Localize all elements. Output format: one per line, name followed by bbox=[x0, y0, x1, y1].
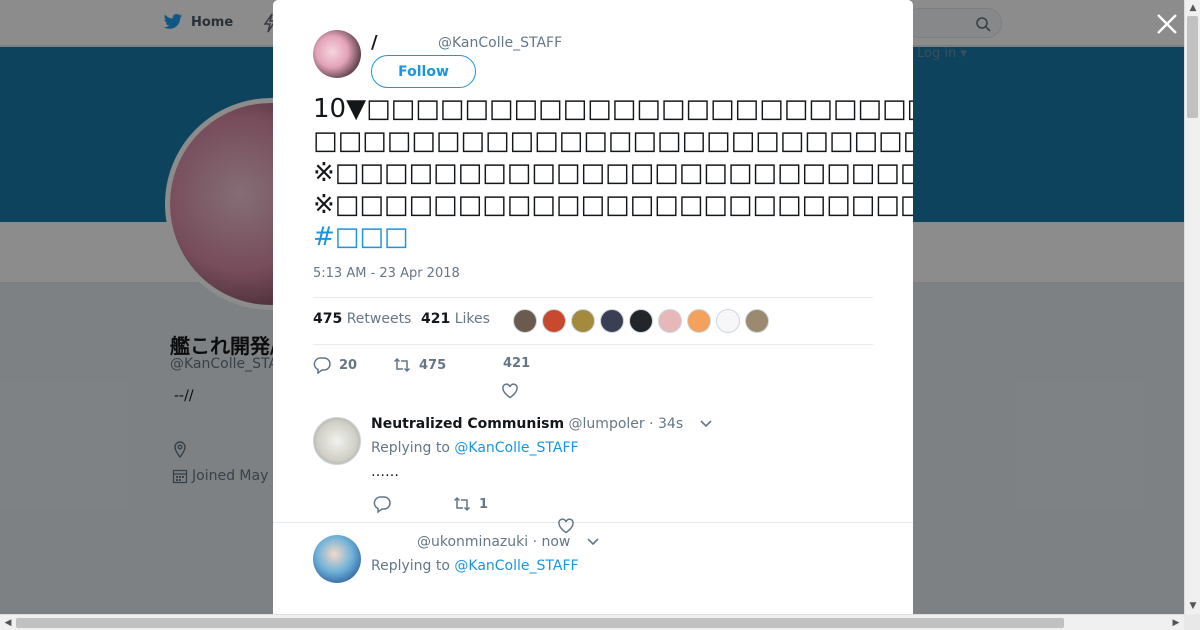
reply-button[interactable]: 20 bbox=[313, 356, 357, 374]
reply-header: Neutralized Communism @lumpoler · 34s bbox=[371, 416, 712, 432]
chevron-down-icon[interactable] bbox=[587, 538, 599, 546]
reply-tweet[interactable]: Neutralized Communism @lumpoler · 34s Re… bbox=[273, 405, 913, 534]
tweet-modal: / @KanColle_STAFF Follow 10▼□□□□□□□□□□□□… bbox=[273, 0, 913, 614]
liker-avatar[interactable] bbox=[542, 309, 566, 333]
tweet-stats: 475 Retweets 421 Likes bbox=[313, 297, 873, 345]
author-name[interactable]: / bbox=[371, 32, 378, 53]
scroll-up-arrow[interactable]: ▲ bbox=[1185, 0, 1200, 16]
reply-count: 20 bbox=[339, 357, 358, 373]
liker-avatar[interactable] bbox=[716, 309, 740, 333]
reply-time[interactable]: · now bbox=[533, 534, 571, 550]
tweet-text: 10▼□□□□□□□□□□□□□□□□□□□□□□□ □□□□□□□□□□□□□… bbox=[313, 93, 913, 253]
reply-author-handle[interactable]: @lumpoler bbox=[569, 416, 645, 432]
close-icon[interactable] bbox=[1155, 12, 1179, 36]
tweet-timestamp[interactable]: 5:13 AM - 23 Apr 2018 bbox=[313, 266, 460, 281]
heart-icon[interactable] bbox=[501, 382, 519, 400]
reply-retweet-count: 1 bbox=[479, 496, 489, 512]
tweet-actions: 20 475 421 bbox=[313, 356, 873, 400]
liker-avatar[interactable] bbox=[513, 309, 537, 333]
reply-avatar[interactable] bbox=[313, 535, 361, 583]
liker-avatar[interactable] bbox=[687, 309, 711, 333]
reply-time[interactable]: · 34s bbox=[649, 416, 683, 432]
scrollbar-corner bbox=[1184, 614, 1200, 630]
tweet-line: □□□□□□□□□□□□□□□□□□□□□□□□□□□□□□□□□□□□□□□□… bbox=[313, 126, 913, 156]
chevron-down-icon[interactable] bbox=[700, 420, 712, 428]
author-handle[interactable]: @KanColle_STAFF bbox=[438, 35, 562, 51]
reply-icon bbox=[373, 496, 391, 513]
horizontal-scrollbar[interactable]: ◀ ▶ bbox=[0, 614, 1184, 630]
scroll-left-arrow[interactable]: ◀ bbox=[0, 615, 16, 630]
scroll-down-arrow[interactable]: ▼ bbox=[1185, 598, 1200, 614]
retweets-label: Retweets bbox=[346, 311, 412, 327]
retweet-count: 475 bbox=[419, 357, 447, 373]
likes-stat[interactable]: 421 Likes bbox=[421, 311, 490, 327]
liker-avatar[interactable] bbox=[658, 309, 682, 333]
retweet-icon bbox=[453, 496, 471, 512]
liker-avatar[interactable] bbox=[745, 309, 769, 333]
reply-reply-button[interactable] bbox=[373, 495, 391, 513]
replying-to: Replying to @KanColle_STAFF bbox=[371, 440, 579, 456]
tweet-hashtag[interactable]: #□□□ bbox=[313, 221, 913, 253]
like-count: 421 bbox=[503, 356, 531, 371]
reply-body: …… bbox=[371, 464, 399, 480]
reply-icon bbox=[313, 357, 331, 374]
reply-retweet-button[interactable]: 1 bbox=[453, 495, 488, 513]
tweet-line: 10▼□□□□□□□□□□□□□□□□□□□□□□□ bbox=[313, 94, 913, 124]
replying-to-mention[interactable]: @KanColle_STAFF bbox=[454, 440, 578, 456]
vertical-scrollbar[interactable]: ▲ ▼ bbox=[1184, 0, 1200, 614]
reply-avatar[interactable] bbox=[313, 417, 361, 465]
replying-to: Replying to @KanColle_STAFF bbox=[371, 558, 579, 574]
retweets-stat[interactable]: 475 Retweets bbox=[313, 311, 411, 327]
reply-author-handle[interactable]: @ukonminazuki bbox=[417, 534, 528, 550]
tweet-line: ※□□□□□□□□□□□□□□□□□□□□□□□□□□□ bbox=[313, 158, 913, 188]
liker-avatar[interactable] bbox=[629, 309, 653, 333]
likes-label: Likes bbox=[454, 311, 490, 327]
liker-avatar[interactable] bbox=[600, 309, 624, 333]
likes-count: 421 bbox=[421, 311, 451, 327]
replying-to-mention[interactable]: @KanColle_STAFF bbox=[454, 558, 578, 574]
horizontal-scroll-thumb[interactable] bbox=[16, 618, 1064, 628]
tweet-line: ※□□□□□□□□□□□□□□□□□□□□□□□□□□□□□□□□□□□□□□□… bbox=[313, 190, 913, 220]
replying-to-label: Replying to bbox=[371, 440, 450, 456]
retweet-button[interactable]: 475 bbox=[393, 356, 446, 374]
reply-header: @ukonminazuki · now bbox=[417, 534, 599, 550]
retweets-count: 475 bbox=[313, 311, 343, 327]
like-count-label: 421 bbox=[503, 356, 530, 371]
liker-avatars bbox=[513, 309, 769, 333]
follow-button[interactable]: Follow bbox=[371, 55, 476, 88]
liker-avatar[interactable] bbox=[571, 309, 595, 333]
scroll-right-arrow[interactable]: ▶ bbox=[1168, 615, 1184, 630]
reply-author-name[interactable]: Neutralized Communism bbox=[371, 416, 564, 432]
retweet-icon bbox=[393, 357, 411, 373]
author-avatar[interactable] bbox=[313, 30, 361, 78]
vertical-scroll-thumb[interactable] bbox=[1187, 16, 1198, 118]
reply-tweet[interactable]: @ukonminazuki · now Replying to @KanColl… bbox=[273, 523, 913, 614]
replying-to-label: Replying to bbox=[371, 558, 450, 574]
